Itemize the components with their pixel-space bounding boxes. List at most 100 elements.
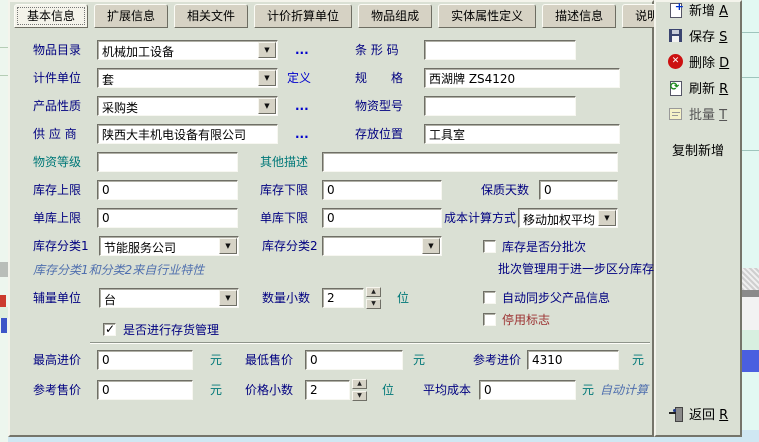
bin-upper-limit-label: 单库上限: [33, 211, 81, 225]
avg-cost-label: 平均成本: [423, 383, 471, 397]
chevron-down-icon[interactable]: ▼: [219, 290, 237, 306]
chevron-down-icon[interactable]: ▼: [219, 238, 237, 254]
disabled-flag-checkbox[interactable]: [483, 313, 496, 326]
bg-line: [742, 32, 759, 33]
sync-parent-label: 自动同步父产品信息: [502, 291, 610, 305]
bg-hatch: [742, 268, 759, 290]
sync-parent-checkbox[interactable]: [483, 291, 496, 304]
section-divider: [90, 342, 650, 344]
product-nature-combo[interactable]: 采购类 ▼: [97, 96, 278, 116]
chevron-down-icon[interactable]: ▼: [422, 238, 440, 254]
delete-icon: ✕: [668, 54, 684, 70]
shelf-days-label: 保质天数: [481, 183, 529, 197]
shelf-days-input[interactable]: [539, 180, 618, 200]
background-window-right: [742, 0, 759, 430]
inventory-mgmt-checkbox[interactable]: [103, 323, 116, 336]
material-model-label: 物资型号: [355, 99, 403, 113]
product-nature-label: 产品性质: [33, 99, 81, 113]
qty-decimals-label: 数量小数: [262, 291, 310, 305]
tab-item-composition[interactable]: 物品组成: [358, 4, 432, 28]
cost-method-combo[interactable]: 移动加权平均 ▼: [518, 208, 618, 228]
spinner-down-button[interactable]: ▼: [366, 299, 381, 309]
aux-unit-combo[interactable]: 台 ▼: [99, 288, 239, 308]
item-catalog-more-button[interactable]: ...: [295, 43, 309, 57]
batch-icon: [668, 106, 684, 122]
item-catalog-label: 物品目录: [33, 43, 81, 57]
delete-button[interactable]: ✕ 删除 D: [668, 52, 729, 71]
avg-cost-note: 自动计算: [600, 383, 648, 397]
ref-purchase-price-label: 参考进价: [473, 353, 521, 367]
aux-unit-label: 辅量单位: [33, 291, 81, 305]
bg-block: [0, 295, 6, 307]
bg-line: [742, 77, 759, 78]
other-desc-input[interactable]: [322, 152, 618, 172]
ref-sale-price-unit: 元: [210, 383, 222, 397]
tab-extended-info[interactable]: 扩展信息: [94, 4, 168, 28]
bg-block: [742, 350, 759, 372]
piece-unit-combo[interactable]: 套 ▼: [97, 68, 278, 88]
stock-upper-limit-label: 库存上限: [33, 183, 81, 197]
stock-lower-limit-label: 库存下限: [260, 183, 308, 197]
supplier-label: 供 应 商: [33, 127, 77, 141]
spinner-down-button[interactable]: ▼: [352, 391, 367, 401]
chevron-down-icon[interactable]: ▼: [258, 42, 276, 58]
max-purchase-price-input[interactable]: [97, 350, 193, 370]
avg-cost-unit: 元: [582, 383, 594, 397]
back-button[interactable]: 返回 R: [668, 404, 728, 423]
copy-new-button[interactable]: 复制新增: [672, 140, 724, 159]
storage-location-label: 存放位置: [355, 127, 403, 141]
ref-sale-price-label: 参考售价: [33, 383, 81, 397]
tab-bar: 基本信息 扩展信息 相关文件 计价折算单位 物品组成 实体属性定义 描述信息 说…: [14, 4, 728, 28]
material-grade-input[interactable]: [97, 152, 238, 172]
ref-sale-price-input[interactable]: [97, 380, 193, 400]
storage-location-input[interactable]: [424, 124, 620, 144]
material-grade-label: 物资等级: [33, 155, 81, 169]
min-sale-price-label: 最低售价: [245, 353, 293, 367]
save-button[interactable]: 保存 S: [668, 26, 727, 45]
batch-flag-checkbox[interactable]: [483, 240, 496, 253]
stock-class1-combo[interactable]: 节能服务公司 ▼: [99, 236, 239, 256]
other-desc-label: 其他描述: [260, 155, 308, 169]
supplier-more-button[interactable]: ...: [295, 127, 309, 141]
toolbar-panel: + 新增 A 保存 S ✕ 删除 D ⟳ 刷新 R: [654, 0, 742, 437]
ref-purchase-price-unit: 元: [632, 353, 644, 367]
item-catalog-combo[interactable]: 机械加工设备 ▼: [97, 40, 278, 60]
min-sale-price-input[interactable]: [305, 350, 403, 370]
price-decimals-input[interactable]: [305, 380, 350, 400]
bin-lower-limit-input[interactable]: [322, 208, 442, 228]
product-nature-more-button[interactable]: ...: [295, 99, 309, 113]
unit-define-link[interactable]: 定义: [287, 71, 311, 85]
spinner-up-button[interactable]: ▲: [352, 379, 367, 389]
new-button[interactable]: + 新增 A: [668, 0, 728, 19]
tab-pricing-conversion-unit[interactable]: 计价折算单位: [254, 4, 352, 28]
chevron-down-icon[interactable]: ▼: [598, 210, 616, 226]
chevron-down-icon[interactable]: ▼: [258, 70, 276, 86]
chevron-down-icon[interactable]: ▼: [258, 98, 276, 114]
barcode-input[interactable]: [424, 40, 576, 60]
qty-decimals-input[interactable]: [322, 288, 364, 308]
avg-cost-input[interactable]: [479, 380, 576, 400]
spec-input[interactable]: [424, 68, 620, 88]
bg-line: [0, 47, 8, 48]
qty-decimals-unit: 位: [397, 291, 409, 305]
tab-description-info[interactable]: 描述信息: [542, 4, 616, 28]
tab-related-files[interactable]: 相关文件: [174, 4, 248, 28]
save-icon: [668, 28, 684, 44]
refresh-button[interactable]: ⟳ 刷新 R: [668, 78, 728, 97]
material-model-input[interactable]: [424, 96, 576, 116]
ref-purchase-price-input[interactable]: [527, 350, 619, 370]
stock-class2-combo[interactable]: ▼: [322, 236, 442, 256]
bin-upper-limit-input[interactable]: [97, 208, 238, 228]
spinner-up-button[interactable]: ▲: [366, 287, 381, 297]
tab-entity-attribute-def[interactable]: 实体属性定义: [438, 4, 536, 28]
batch-button[interactable]: 批量 T: [668, 104, 727, 123]
piece-unit-label: 计件单位: [33, 71, 81, 85]
min-sale-price-unit: 元: [413, 353, 425, 367]
cost-method-label: 成本计算方式: [444, 211, 516, 225]
stock-lower-limit-input[interactable]: [322, 180, 442, 200]
bg-block: [742, 297, 759, 330]
stock-upper-limit-input[interactable]: [97, 180, 238, 200]
tab-basic-info[interactable]: 基本信息: [14, 4, 88, 28]
bg-block: [742, 330, 759, 350]
supplier-input[interactable]: [97, 124, 278, 144]
